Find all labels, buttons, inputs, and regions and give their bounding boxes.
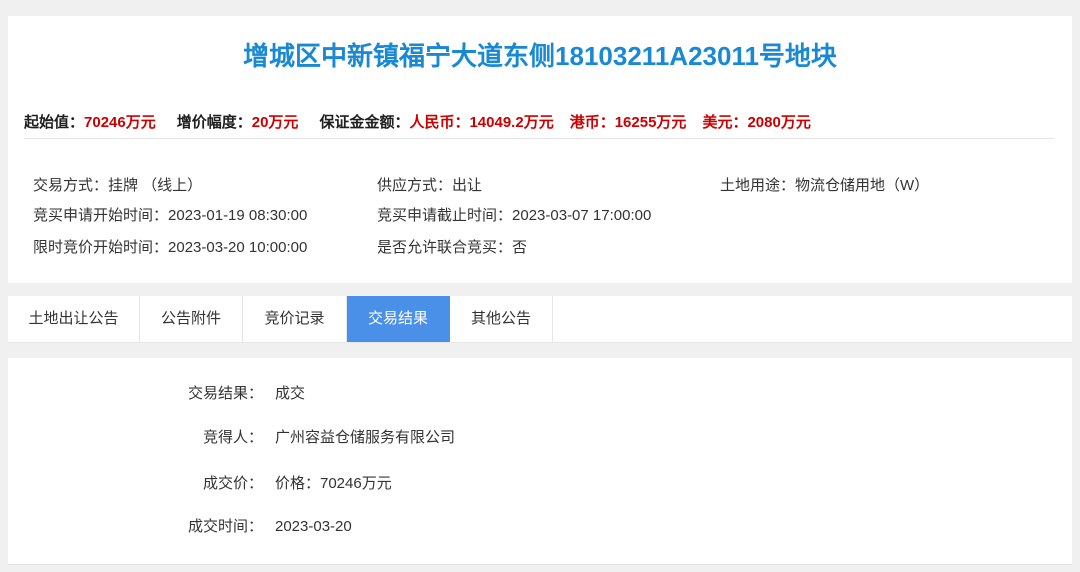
deposit-hkd-value: 16255万元 — [614, 114, 687, 131]
deposit-hkd-label: 港币： — [569, 114, 615, 131]
result-winner-value: 广州容益仓储服务有限公司 — [275, 429, 456, 446]
tab-land-transfer-notice[interactable]: 土地出让公告 — [8, 296, 140, 342]
supply-method-label: 供应方式： — [377, 177, 453, 194]
deposit-usd: 美元： 2080万元 — [702, 113, 810, 133]
transaction-result-panel: 交易结果： 成交 竞得人： 广州容益仓储服务有限公司 成交价： 价格：70246… — [8, 358, 1072, 565]
apply-start-time: 竞买申请开始时间：2023-01-19 08:30:00 — [33, 206, 307, 226]
bid-increment-label: 增价幅度： — [176, 114, 252, 131]
deposit-usd-label: 美元： — [702, 114, 748, 131]
apply-end-time: 竞买申请截止时间：2023-03-07 17:00:00 — [377, 206, 651, 226]
land-use-label: 土地用途： — [720, 177, 796, 194]
trade-method: 交易方式：挂牌 （线上） — [33, 176, 202, 196]
price-summary: 起始值： 70246万元 增价幅度： 20万元 保证金金额： 人民币： 1404… — [24, 113, 848, 133]
result-row-winner: 竞得人： 广州容益仓储服务有限公司 — [8, 427, 1072, 449]
deposit-hkd: 港币： 16255万元 — [570, 113, 687, 133]
result-row-status: 交易结果： 成交 — [8, 383, 1072, 405]
tab-transaction-result[interactable]: 交易结果 — [347, 296, 450, 342]
bid-increment: 增价幅度： 20万元 — [177, 113, 299, 133]
apply-end-time-value: 2023-03-07 17:00:00 — [512, 207, 652, 224]
divider — [24, 138, 1054, 139]
apply-start-time-value: 2023-01-19 08:30:00 — [168, 207, 308, 224]
bid-start-time: 限时竞价开始时间：2023-03-20 10:00:00 — [33, 238, 307, 258]
parcel-title: 增城区中新镇福宁大道东侧18103211A23011号地块 — [243, 41, 837, 71]
start-price-label: 起始值： — [24, 114, 85, 131]
deposit-label: 保证金金额： — [319, 114, 410, 131]
supply-method-value: 出让 — [452, 177, 483, 194]
bid-start-time-value: 2023-03-20 10:00:00 — [168, 239, 308, 256]
land-use-value: 物流仓储用地（W） — [795, 177, 930, 194]
result-date-value: 2023-03-20 — [275, 518, 352, 535]
result-price-value: 价格：70246万元 — [275, 475, 392, 492]
tab-bid-records[interactable]: 竞价记录 — [243, 296, 347, 342]
result-row-price: 成交价： 价格：70246万元 — [8, 473, 1072, 495]
tab-other-notices[interactable]: 其他公告 — [450, 296, 553, 342]
apply-start-time-label: 竞买申请开始时间： — [33, 207, 169, 224]
deposit-amount: 保证金金额： 人民币： 14049.2万元 港币： 16255万元 美元： 20… — [319, 113, 826, 133]
deposit-rmb-value: 14049.2万元 — [469, 114, 554, 131]
joint-bid-value: 否 — [512, 239, 528, 256]
land-use: 土地用途：物流仓储用地（W） — [720, 176, 929, 196]
deposit-rmb: 人民币： 14049.2万元 — [409, 113, 553, 133]
start-price: 起始值： 70246万元 — [24, 113, 156, 133]
deposit-usd-value: 2080万元 — [747, 114, 811, 131]
bid-increment-value: 20万元 — [251, 114, 299, 131]
result-status-value: 成交 — [275, 385, 306, 402]
apply-end-time-label: 竞买申请截止时间： — [377, 207, 513, 224]
result-winner-label: 竞得人： — [202, 429, 263, 446]
result-price-label: 成交价： — [202, 475, 263, 492]
trade-method-value: 挂牌 （线上） — [108, 177, 203, 194]
tab-notice-attachments[interactable]: 公告附件 — [140, 296, 243, 342]
trade-method-label: 交易方式： — [33, 177, 109, 194]
result-status-label: 交易结果： — [187, 385, 263, 402]
start-price-value: 70246万元 — [84, 114, 156, 131]
result-date-label: 成交时间： — [187, 518, 263, 535]
deposit-rmb-label: 人民币： — [409, 114, 470, 131]
joint-bid: 是否允许联合竞买：否 — [377, 238, 527, 258]
tab-bar: 土地出让公告 公告附件 竞价记录 交易结果 其他公告 — [8, 296, 1072, 343]
result-row-date: 成交时间： 2023-03-20 — [8, 516, 1072, 538]
page: 增城区中新镇福宁大道东侧18103211A23011号地块 起始值： 70246… — [0, 0, 1080, 572]
bid-start-time-label: 限时竞价开始时间： — [33, 239, 169, 256]
parcel-info-card: 增城区中新镇福宁大道东侧18103211A23011号地块 起始值： 70246… — [8, 16, 1072, 283]
joint-bid-label: 是否允许联合竞买： — [377, 239, 513, 256]
supply-method: 供应方式：出让 — [377, 176, 482, 196]
